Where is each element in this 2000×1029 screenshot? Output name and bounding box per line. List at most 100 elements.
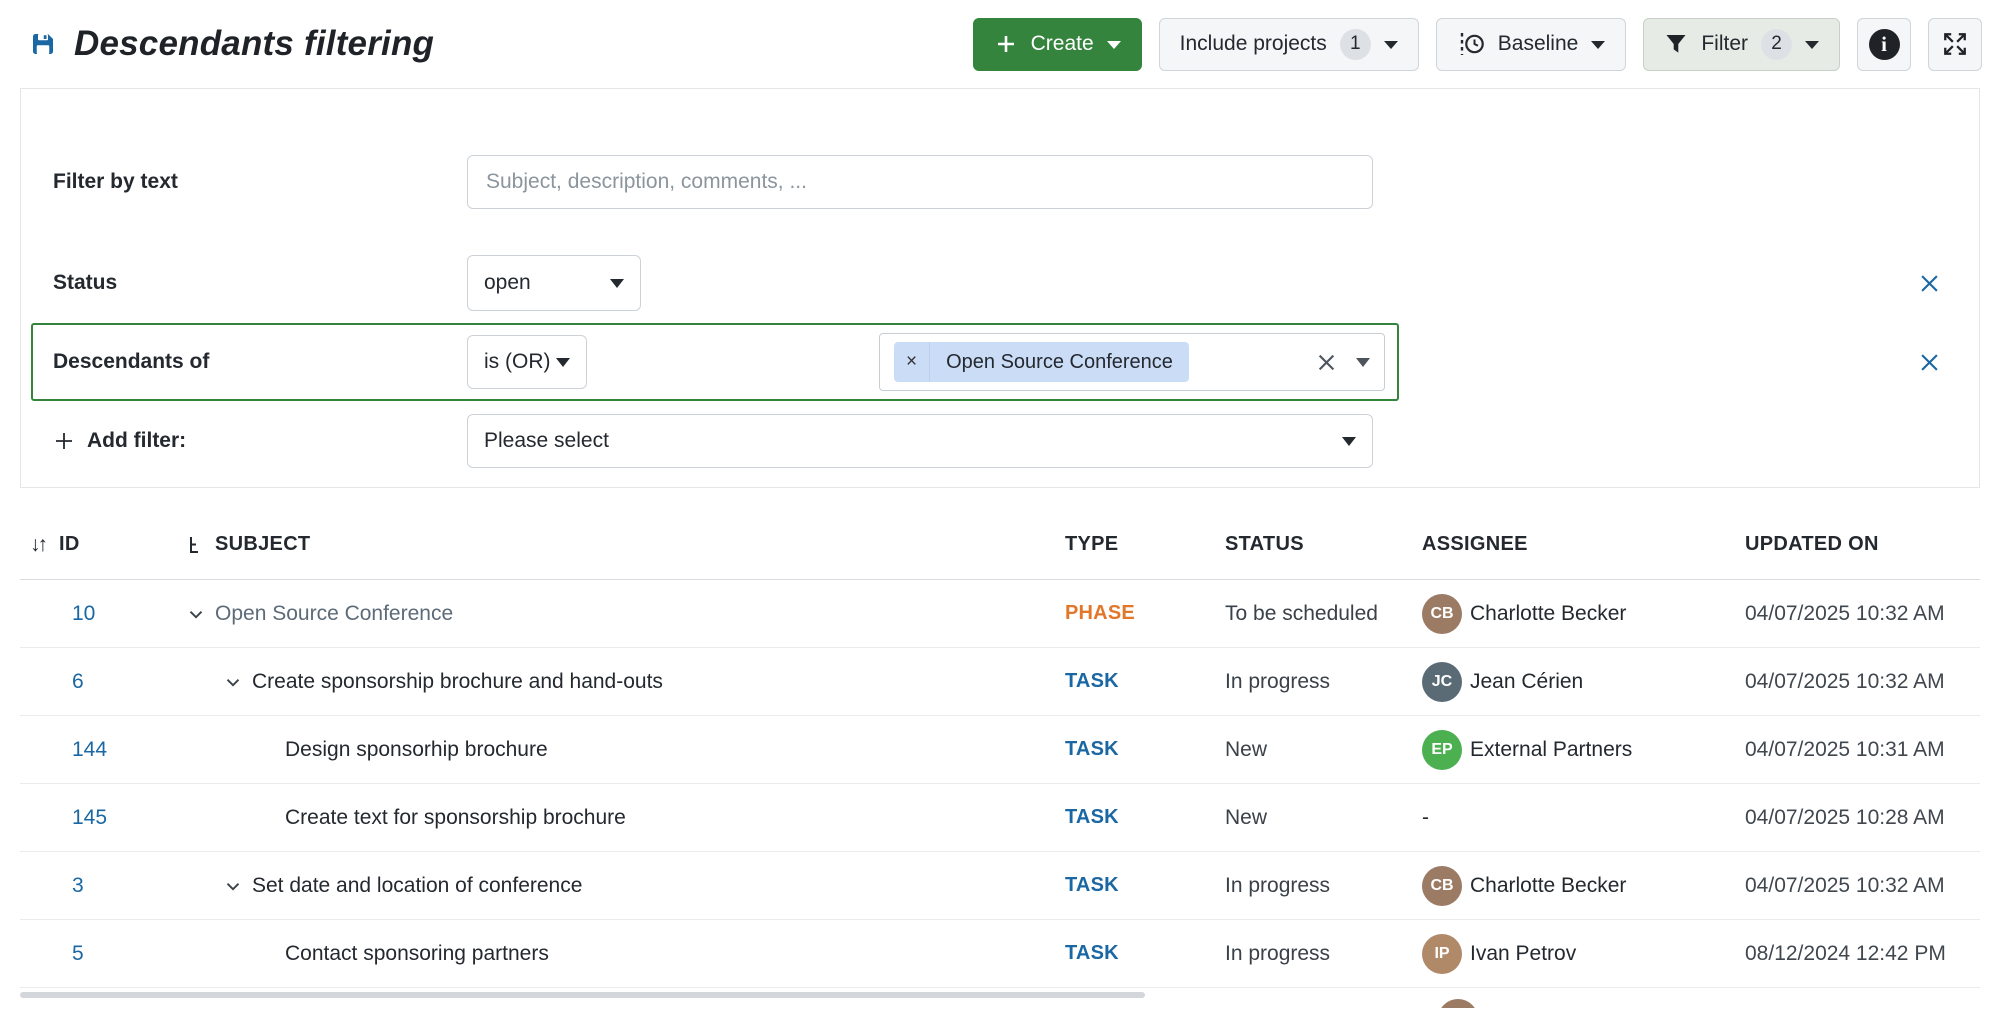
chevron-down-icon bbox=[556, 358, 570, 367]
table-row[interactable]: 6 Create sponsorship brochure and hand-o… bbox=[20, 648, 1980, 716]
fullscreen-button[interactable] bbox=[1928, 18, 1982, 71]
filter-label: Filter bbox=[1701, 32, 1748, 56]
column-header-type[interactable]: TYPE bbox=[1045, 533, 1205, 556]
updated-on-value: 08/12/2024 12:42 PM bbox=[1735, 942, 1980, 966]
column-header-subject[interactable]: SUBJECT bbox=[165, 533, 1045, 556]
work-package-id-link[interactable]: 3 bbox=[72, 874, 84, 897]
chevron-down-icon[interactable] bbox=[222, 671, 244, 693]
filter-count-badge: 2 bbox=[1761, 29, 1792, 60]
status-filter-label: Status bbox=[53, 271, 467, 295]
create-button-label: Create bbox=[1031, 32, 1094, 56]
filter-by-text-label: Filter by text bbox=[53, 170, 467, 194]
status-label: In progress bbox=[1205, 874, 1410, 898]
remove-descendants-filter-button[interactable] bbox=[1899, 353, 1959, 372]
column-header-assignee[interactable]: ASSIGNEE bbox=[1410, 533, 1735, 556]
subject-text: Create sponsorship brochure and hand-out… bbox=[252, 670, 663, 694]
filter-funnel-icon bbox=[1664, 32, 1688, 56]
assignee-cell: - bbox=[1410, 806, 1735, 830]
avatar: JC bbox=[1422, 662, 1462, 702]
descendants-value-select[interactable]: × Open Source Conference bbox=[879, 333, 1385, 391]
info-button[interactable]: i bbox=[1857, 18, 1911, 71]
subject-cell: Create text for sponsorship brochure bbox=[165, 806, 1045, 830]
status-label: In progress bbox=[1205, 942, 1410, 966]
avatar: EP bbox=[1422, 730, 1462, 770]
baseline-button[interactable]: Baseline bbox=[1436, 18, 1627, 71]
add-filter-label: Add filter: bbox=[87, 429, 186, 453]
assignee-name: Ivan Petrov bbox=[1470, 942, 1576, 966]
work-package-id-link[interactable]: 5 bbox=[72, 942, 84, 965]
info-icon: i bbox=[1869, 29, 1900, 60]
plus-icon bbox=[53, 430, 75, 452]
include-projects-label: Include projects bbox=[1180, 32, 1327, 56]
filter-panel: Filter by text Status open Descendants o… bbox=[20, 88, 1980, 488]
id-cell: 144 bbox=[20, 738, 165, 762]
assignee-name: Charlotte Becker bbox=[1470, 874, 1626, 898]
table-row[interactable]: 10 Open Source Conference PHASE To be sc… bbox=[20, 580, 1980, 648]
descendants-of-label: Descendants of bbox=[53, 350, 467, 374]
add-filter-label-wrap: Add filter: bbox=[53, 429, 467, 453]
save-view-icon[interactable] bbox=[28, 29, 58, 59]
descendants-filter-highlight: Descendants of is (OR) × Open Source Con… bbox=[31, 323, 1399, 401]
baseline-icon bbox=[1457, 30, 1485, 58]
type-label: TASK bbox=[1045, 806, 1205, 829]
column-header-updated-on[interactable]: UPDATED ON bbox=[1735, 533, 1980, 556]
add-filter-select[interactable]: Please select bbox=[467, 414, 1373, 468]
work-package-id-link[interactable]: 145 bbox=[72, 806, 107, 829]
filter-row-add: Add filter: Please select bbox=[53, 413, 1959, 469]
filter-button[interactable]: Filter 2 bbox=[1643, 18, 1840, 71]
column-header-status[interactable]: STATUS bbox=[1205, 533, 1410, 556]
chevron-down-icon bbox=[1384, 41, 1398, 49]
horizontal-scrollbar[interactable] bbox=[20, 992, 1145, 998]
avatar: CB bbox=[1422, 866, 1462, 906]
status-operator-select[interactable]: open bbox=[467, 255, 641, 311]
chevron-down-icon bbox=[1805, 41, 1819, 49]
chevron-down-icon[interactable] bbox=[185, 603, 207, 625]
chip-label: Open Source Conference bbox=[930, 351, 1189, 374]
subject-text: Contact sponsoring partners bbox=[285, 942, 549, 966]
work-package-id-link[interactable]: 10 bbox=[72, 602, 95, 625]
filter-text-input[interactable] bbox=[467, 155, 1373, 209]
clear-selection-icon[interactable] bbox=[1317, 353, 1336, 372]
updated-on-value: 04/07/2025 10:28 AM bbox=[1735, 806, 1980, 830]
work-package-id-link[interactable]: 144 bbox=[72, 738, 107, 761]
avatar: IP bbox=[1422, 934, 1462, 974]
assignee-cell: IP Ivan Petrov bbox=[1410, 934, 1735, 974]
avatar: CB bbox=[1422, 594, 1462, 634]
assignee-name: Jean Cérien bbox=[1470, 670, 1583, 694]
sort-icon: ↓↑ bbox=[30, 533, 45, 557]
descendants-operator-select[interactable]: is (OR) bbox=[467, 335, 587, 389]
table-body: 10 Open Source Conference PHASE To be sc… bbox=[20, 580, 1980, 988]
status-label: To be scheduled bbox=[1205, 602, 1410, 626]
id-cell: 3 bbox=[20, 874, 165, 898]
remove-status-filter-button[interactable] bbox=[1899, 274, 1959, 293]
chip-remove-icon[interactable]: × bbox=[894, 342, 930, 382]
column-label-subject: SUBJECT bbox=[215, 533, 310, 556]
table-row[interactable]: 144 Design sponsorhip brochure TASK New … bbox=[20, 716, 1980, 784]
chevron-down-icon[interactable] bbox=[222, 875, 244, 897]
updated-on-value: 04/07/2025 10:32 AM bbox=[1735, 670, 1980, 694]
status-operator-value: open bbox=[484, 271, 531, 295]
assignee-cell: CB Charlotte Becker bbox=[1410, 594, 1735, 634]
chevron-down-icon[interactable] bbox=[1356, 358, 1370, 367]
assignee-name: External Partners bbox=[1470, 738, 1632, 762]
include-projects-button[interactable]: Include projects 1 bbox=[1159, 18, 1419, 71]
filter-row-status: Status open bbox=[53, 255, 1959, 311]
baseline-label: Baseline bbox=[1498, 32, 1579, 56]
table-row[interactable]: 3 Set date and location of conference TA… bbox=[20, 852, 1980, 920]
assignee-cell: JC Jean Cérien bbox=[1410, 662, 1735, 702]
type-label: TASK bbox=[1045, 670, 1205, 693]
table-row[interactable]: 145 Create text for sponsorship brochure… bbox=[20, 784, 1980, 852]
work-package-id-link[interactable]: 6 bbox=[72, 670, 84, 693]
filter-row-descendants: Descendants of is (OR) × Open Source Con… bbox=[21, 323, 1959, 401]
chevron-down-icon bbox=[1591, 41, 1605, 49]
subject-cell: Contact sponsoring partners bbox=[165, 942, 1045, 966]
filter-row-text: Filter by text bbox=[53, 155, 1959, 209]
avatar bbox=[1438, 999, 1478, 1008]
table-row[interactable]: 5 Contact sponsoring partners TASK In pr… bbox=[20, 920, 1980, 988]
create-button[interactable]: Create bbox=[973, 18, 1142, 71]
subject-cell: Create sponsorship brochure and hand-out… bbox=[165, 670, 1045, 694]
column-header-id[interactable]: ↓↑ ID bbox=[20, 533, 165, 557]
assignee-name: Charlotte Becker bbox=[1470, 602, 1626, 626]
updated-on-value: 04/07/2025 10:32 AM bbox=[1735, 602, 1980, 626]
type-label: PHASE bbox=[1045, 602, 1205, 625]
